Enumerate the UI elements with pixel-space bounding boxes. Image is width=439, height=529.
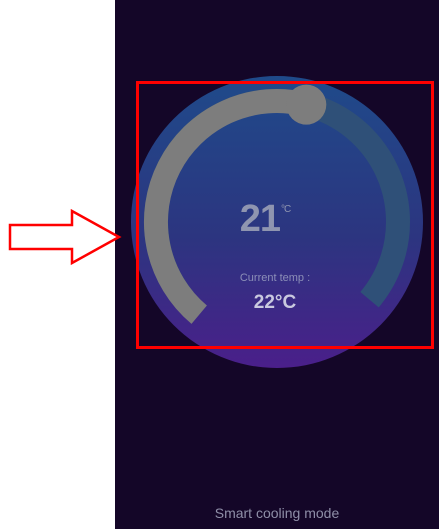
set-temperature: 21°C xyxy=(220,198,310,241)
mode-label[interactable]: Smart cooling mode xyxy=(115,505,439,521)
current-temp-label: Current temp : xyxy=(239,272,311,284)
thermostat-dial: 21°C Current temp : 22°C xyxy=(115,0,439,529)
current-temp-value: 22°C xyxy=(253,292,297,313)
phone-screen: 21°C Current temp : 22°C Smart cooling m… xyxy=(115,0,439,529)
right-outline-arrow-icon xyxy=(8,208,122,266)
set-temperature-unit: °C xyxy=(281,204,291,215)
dial-graphic xyxy=(131,76,423,368)
set-temperature-value: 21 xyxy=(239,198,281,240)
temperature-slider-knob[interactable] xyxy=(286,84,327,125)
